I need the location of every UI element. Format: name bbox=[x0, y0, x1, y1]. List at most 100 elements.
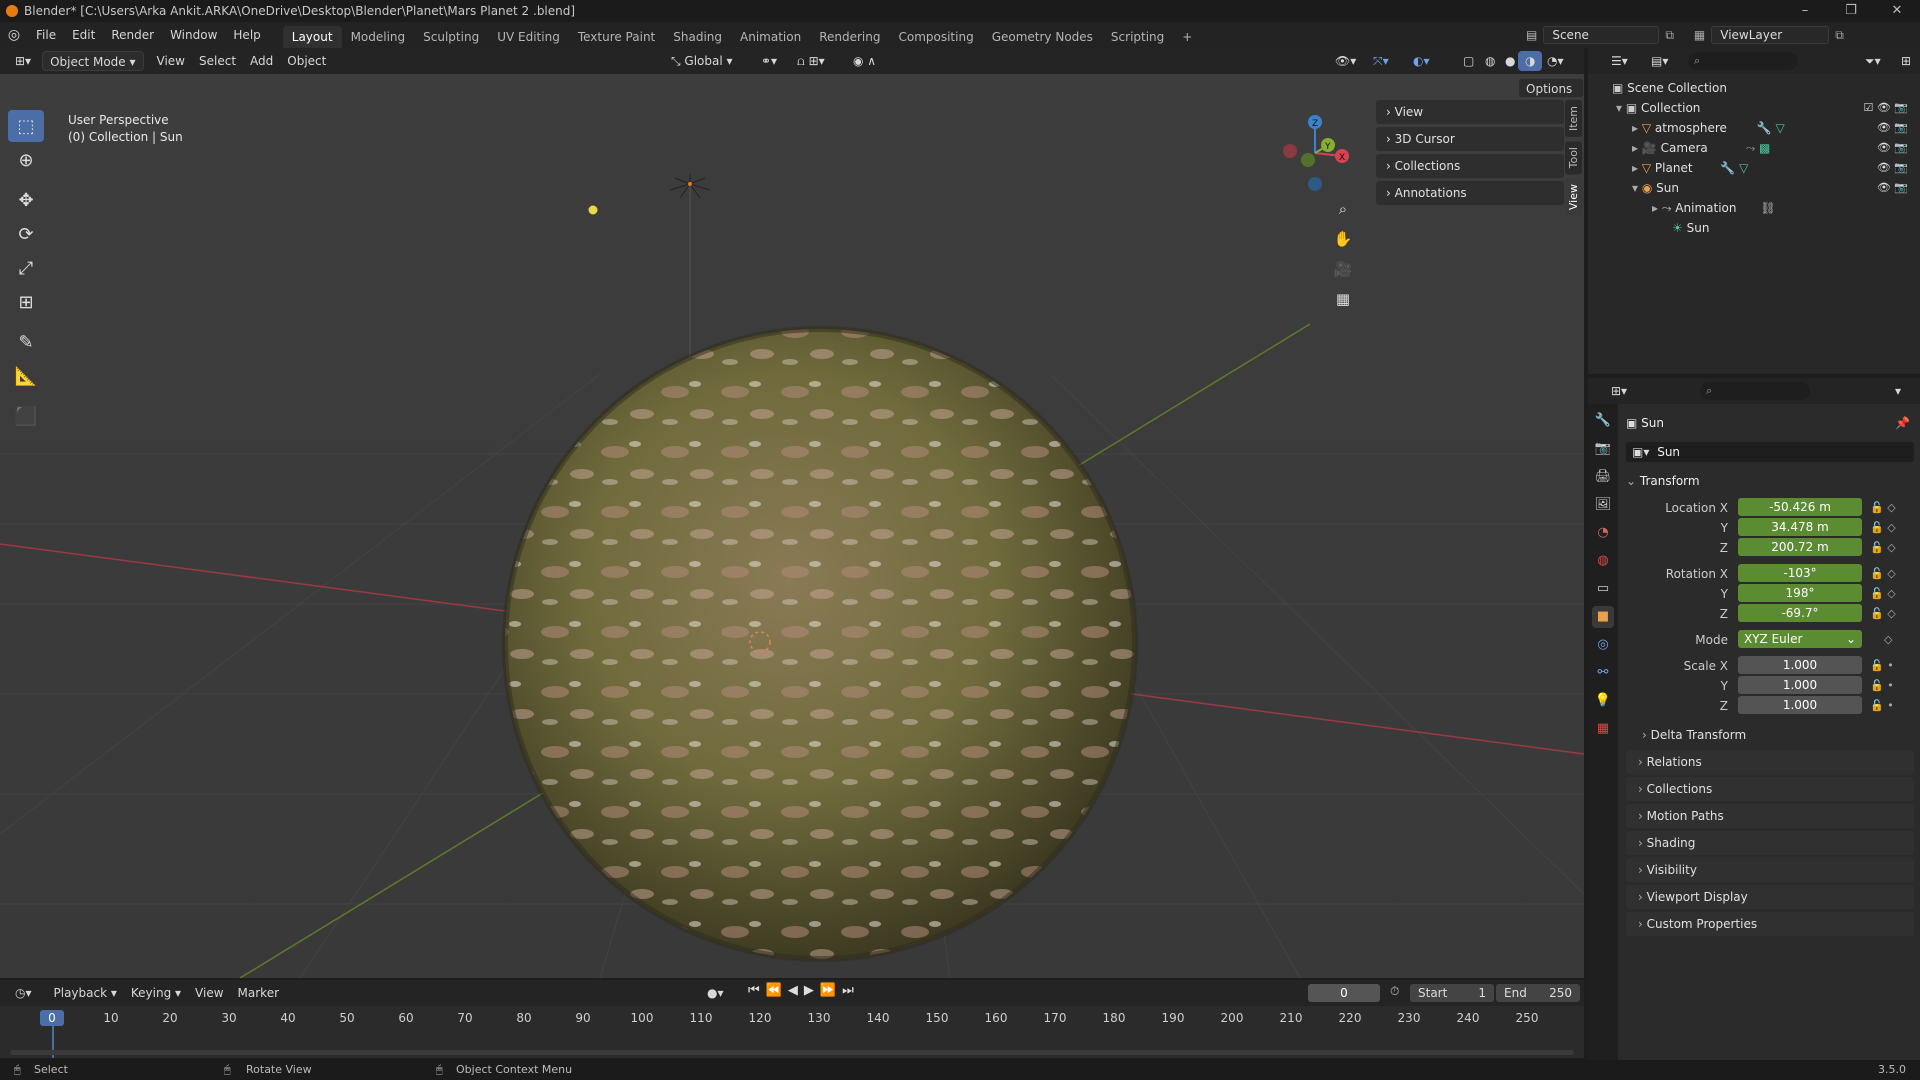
section-custom-properties[interactable]: › Custom Properties bbox=[1626, 912, 1914, 936]
lock-keyframe-icons[interactable]: 🔓 ◇ bbox=[1870, 538, 1896, 558]
tab-animation[interactable]: Animation bbox=[731, 26, 810, 48]
row-toggles[interactable]: ☑ 👁 📷 bbox=[1863, 98, 1908, 118]
zoom-icon[interactable]: ⌕ bbox=[1330, 194, 1356, 224]
add-workspace-button[interactable]: + bbox=[1173, 26, 1201, 48]
transform-orientation-selector[interactable]: ⤡ Global ▾ bbox=[664, 51, 740, 71]
pivot-point-icon[interactable]: ⚭▾ bbox=[754, 51, 784, 71]
snap-icon[interactable]: ⩍ ⊞▾ bbox=[790, 51, 832, 71]
new-collection-icon[interactable]: ⊞ bbox=[1894, 51, 1918, 71]
add-cube-tool-icon[interactable]: ⬛ bbox=[8, 400, 44, 432]
select-box-tool-icon[interactable]: ⬚ bbox=[8, 110, 44, 142]
lock-keyframe-icons[interactable]: 🔓 ◇ bbox=[1870, 498, 1896, 518]
npanel-tab-tool[interactable]: Tool bbox=[1565, 141, 1582, 175]
3d-viewport[interactable]: User Perspective (0) Collection | Sun Op… bbox=[0, 74, 1584, 978]
row-toggles[interactable]: 👁 📷 bbox=[1877, 178, 1908, 198]
auto-keying-icon[interactable]: ●▾ bbox=[700, 983, 731, 1003]
collection-tab-icon[interactable]: ▭ bbox=[1592, 578, 1614, 600]
outliner-editor-type-icon[interactable]: ☰▾ bbox=[1604, 51, 1635, 71]
cursor-tool-icon[interactable]: ⊕ bbox=[8, 144, 44, 176]
tab-uv-editing[interactable]: UV Editing bbox=[488, 26, 569, 48]
blender-menu-icon[interactable]: ◎ bbox=[0, 27, 28, 43]
view-layer-tab-icon[interactable]: 🖼 bbox=[1592, 494, 1614, 516]
stopwatch-icon[interactable]: ⏱ bbox=[1390, 984, 1399, 999]
editor-type-icon[interactable]: ⊞▾ bbox=[8, 51, 38, 71]
tab-sculpting[interactable]: Sculpting bbox=[414, 26, 488, 48]
viewport-menu-add[interactable]: Add bbox=[243, 51, 280, 71]
menu-file[interactable]: File bbox=[28, 22, 64, 48]
maximize-button[interactable]: ❐ bbox=[1828, 0, 1874, 22]
rendered-shading-icon[interactable]: ◔▾ bbox=[1540, 51, 1571, 71]
tool-properties-tab-icon[interactable]: 🔧 bbox=[1592, 410, 1614, 432]
timeline-menu-playback[interactable]: Playback ▾ bbox=[47, 983, 124, 1003]
tab-rendering[interactable]: Rendering bbox=[810, 26, 889, 48]
lock-keyframe-icons[interactable]: 🔓 • bbox=[1870, 656, 1894, 676]
disclosure-triangle-icon[interactable]: ▾ bbox=[1616, 101, 1622, 115]
outliner-item-atmosphere[interactable]: ▸ ▽ atmosphere 🔧 ▽ 👁 📷 bbox=[1588, 118, 1920, 138]
lock-keyframe-icons[interactable]: 🔓 ◇ bbox=[1870, 584, 1896, 604]
transform-tool-icon[interactable]: ⊞ bbox=[8, 286, 44, 318]
outliner-filter-icon[interactable]: ⏷▾ bbox=[1858, 51, 1888, 71]
rotate-tool-icon[interactable]: ⟳ bbox=[8, 218, 44, 250]
outliner-item-camera[interactable]: ▸ 🎥 Camera ⤳ ▩ 👁 📷 bbox=[1588, 138, 1920, 158]
tab-modeling[interactable]: Modeling bbox=[342, 26, 415, 48]
row-toggles[interactable]: 👁 📷 bbox=[1877, 138, 1908, 158]
options-button[interactable]: Options ▾ bbox=[1518, 78, 1584, 116]
npanel-section-view[interactable]: › View bbox=[1376, 100, 1564, 124]
section-collections[interactable]: › Collections bbox=[1626, 777, 1914, 801]
menu-edit[interactable]: Edit bbox=[64, 22, 103, 48]
scale-z-field[interactable]: 1.000 bbox=[1738, 696, 1862, 714]
rotation-x-field[interactable]: -103° bbox=[1738, 564, 1862, 582]
physics-tab-icon[interactable]: ◎ bbox=[1592, 634, 1614, 656]
texture-tab-icon[interactable]: ▦ bbox=[1592, 718, 1614, 740]
menu-window[interactable]: Window bbox=[162, 22, 225, 48]
material-shading-icon[interactable]: ◑ bbox=[1518, 51, 1543, 71]
playback-controls[interactable]: ⏮⏪◀▶⏩⏭ bbox=[748, 983, 860, 998]
gizmo-toggle-icon[interactable]: ⤧▾ bbox=[1366, 51, 1396, 71]
pin-icon[interactable]: 📌 bbox=[1895, 412, 1910, 434]
close-button[interactable]: ✕ bbox=[1874, 0, 1920, 22]
tab-geometry-nodes[interactable]: Geometry Nodes bbox=[983, 26, 1102, 48]
timeline-menu-keying[interactable]: Keying ▾ bbox=[124, 983, 188, 1003]
viewport-menu-object[interactable]: Object bbox=[280, 51, 333, 71]
navigation-gizmo[interactable]: Z X Y bbox=[1270, 108, 1360, 198]
visibility-toggle-icon[interactable]: 👁▾ bbox=[1328, 51, 1363, 71]
display-mode-icon[interactable]: ▤▾ bbox=[1644, 51, 1675, 71]
rotation-mode-select[interactable]: XYZ Euler ⌄ bbox=[1738, 630, 1862, 648]
object-tab-icon[interactable]: ■ bbox=[1592, 606, 1614, 628]
location-z-field[interactable]: 200.72 m bbox=[1738, 538, 1862, 556]
properties-editor-type-icon[interactable]: ⊞▾ bbox=[1604, 381, 1634, 401]
npanel-tab-view[interactable]: View bbox=[1565, 178, 1582, 217]
annotate-tool-icon[interactable]: ✎ bbox=[8, 326, 44, 358]
outliner-collection[interactable]: ▾ ▣ Collection ☑ 👁 📷 bbox=[1588, 98, 1920, 118]
row-toggles[interactable]: 👁 📷 bbox=[1877, 158, 1908, 178]
properties-search-input[interactable]: ⌕ bbox=[1700, 382, 1810, 400]
pan-hand-icon[interactable]: ✋ bbox=[1330, 224, 1356, 254]
constraints-tab-icon[interactable]: ⚯ bbox=[1592, 662, 1614, 684]
section-shading[interactable]: › Shading bbox=[1626, 831, 1914, 855]
tab-shading[interactable]: Shading bbox=[664, 26, 731, 48]
outliner-item-planet[interactable]: ▸ ▽ Planet 🔧 ▽ 👁 📷 bbox=[1588, 158, 1920, 178]
scale-y-field[interactable]: 1.000 bbox=[1738, 676, 1862, 694]
outliner-item-animation[interactable]: ▸ ⤳ Animation ⛓ bbox=[1588, 198, 1920, 218]
viewport-menu-select[interactable]: Select bbox=[192, 51, 243, 71]
proportional-editing-icon[interactable]: ◉ ∧ bbox=[846, 51, 883, 71]
menu-help[interactable]: Help bbox=[225, 22, 268, 48]
output-properties-tab-icon[interactable]: 🖨 bbox=[1592, 466, 1614, 488]
npanel-section-collections[interactable]: › Collections bbox=[1376, 154, 1564, 178]
lock-keyframe-icons[interactable]: 🔓 • bbox=[1870, 696, 1894, 716]
tab-texture-paint[interactable]: Texture Paint bbox=[569, 26, 664, 48]
outliner-scene-collection[interactable]: ▣ Scene Collection bbox=[1588, 78, 1920, 98]
menu-render[interactable]: Render bbox=[103, 22, 162, 48]
timeline-scrollbar[interactable] bbox=[10, 1050, 1574, 1055]
section-visibility[interactable]: › Visibility bbox=[1626, 858, 1914, 882]
location-y-field[interactable]: 34.478 m bbox=[1738, 518, 1862, 536]
rotation-y-field[interactable]: 198° bbox=[1738, 584, 1862, 602]
world-tab-icon[interactable]: ◍ bbox=[1592, 550, 1614, 572]
lock-keyframe-icons[interactable]: 🔓 • bbox=[1870, 676, 1894, 696]
overlay-toggle-icon[interactable]: ◐▾ bbox=[1406, 51, 1437, 71]
keyframe-icon[interactable]: ◇ bbox=[1870, 630, 1892, 650]
light-data-tab-icon[interactable]: 💡 bbox=[1592, 690, 1614, 712]
start-frame-field[interactable]: Start 1 bbox=[1410, 984, 1494, 1002]
scene-selector[interactable]: Scene bbox=[1543, 26, 1660, 44]
section-relations[interactable]: › Relations bbox=[1626, 750, 1914, 774]
